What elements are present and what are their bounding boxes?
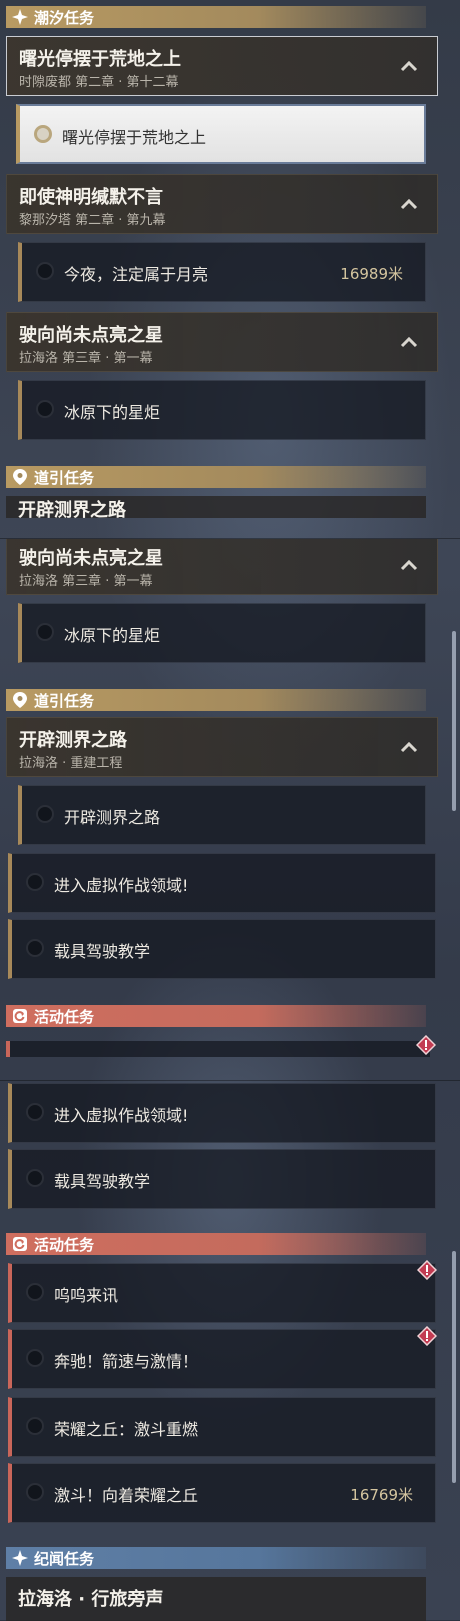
task-distance: 16989米 — [340, 265, 403, 283]
section-title: 道引任务 — [34, 468, 95, 487]
chevron-up-icon[interactable] — [399, 738, 419, 758]
tracked-radio-icon — [34, 125, 52, 143]
task-label: 开辟测界之路 — [64, 808, 161, 827]
chapter-title: 拉海洛 · 行旅旁声 — [18, 1589, 164, 1610]
sparkle-icon — [12, 9, 28, 25]
task-item-g2[interactable]: 进入虚拟作战领域! — [8, 1083, 436, 1143]
section-title: 潮汐任务 — [34, 8, 95, 27]
task-item-g3[interactable]: 载具驾驶教学 — [8, 919, 436, 979]
chapter-card-c1[interactable]: 曙光停摆于荒地之上 时隙废都 第二章 · 第十二幕 — [6, 36, 438, 96]
task-label: 曙光停摆于荒地之上 — [62, 128, 207, 147]
location-pin-icon — [12, 692, 28, 708]
task-label: 呜呜来讯 — [54, 1286, 119, 1305]
quest-list-view-3: 进入虚拟作战领域! 载具驾驶教学 活动任务 呜呜来讯 奔驰！箭速与激情！ 荣耀之… — [0, 1080, 460, 1621]
task-label: 载具驾驶教学 — [54, 942, 151, 961]
task-item-t3[interactable]: 冰原下的星炬 — [18, 380, 426, 440]
chevron-up-icon[interactable] — [399, 333, 419, 353]
chapter-title: 即使神明缄默不言 — [19, 187, 163, 208]
task-label: 奔驰！箭速与激情！ — [54, 1352, 199, 1371]
chapter-subtitle: 黎那汐塔 第二章 · 第九幕 — [19, 213, 166, 228]
task-item-t1[interactable]: 曙光停摆于荒地之上 — [16, 104, 426, 164]
task-label: 冰原下的星炬 — [64, 626, 161, 645]
refresh-icon — [12, 1236, 28, 1252]
section-title: 道引任务 — [34, 691, 95, 710]
radio-icon — [26, 1349, 44, 1367]
section-title: 活动任务 — [34, 1007, 95, 1026]
task-label: 载具驾驶教学 — [54, 1172, 151, 1191]
section-title: 活动任务 — [34, 1235, 95, 1254]
chapter-card-g1-partial[interactable]: 开辟测界之路 — [6, 496, 426, 518]
task-item-e3[interactable]: 荣耀之丘：激斗重燃 — [8, 1397, 436, 1457]
chapter-card-g1[interactable]: 开辟测界之路 拉海洛 · 重建工程 — [6, 717, 438, 777]
chapter-card-r1-partial[interactable]: 拉海洛 · 行旅旁声 — [6, 1577, 426, 1621]
scrollbar[interactable] — [452, 1251, 456, 1483]
radio-icon — [26, 873, 44, 891]
section-header-guide: 道引任务 — [6, 466, 426, 488]
chevron-up-icon[interactable] — [399, 57, 419, 77]
chapter-title: 开辟测界之路 — [19, 730, 127, 751]
radio-icon — [26, 939, 44, 957]
task-label: 荣耀之丘：激斗重燃 — [54, 1420, 199, 1439]
task-item-t3[interactable]: 冰原下的星炬 — [18, 603, 426, 663]
task-item-e4[interactable]: 激斗！向着荣耀之丘 16769米 — [8, 1463, 436, 1523]
chapter-title: 开辟测界之路 — [18, 500, 126, 518]
chapter-subtitle: 拉海洛 · 重建工程 — [19, 756, 123, 771]
radio-icon — [26, 1417, 44, 1435]
section-header-tide: 潮汐任务 — [6, 6, 426, 28]
task-item-e2[interactable]: 奔驰！箭速与激情！ — [8, 1326, 437, 1389]
task-distance: 16769米 — [350, 1486, 413, 1504]
chapter-subtitle: 时隙废都 第二章 · 第十二幕 — [19, 75, 179, 90]
radio-icon — [36, 805, 54, 823]
section-header-event: 活动任务 — [6, 1005, 426, 1027]
alert-diamond-icon — [417, 1326, 437, 1346]
radio-icon — [26, 1169, 44, 1187]
radio-icon — [26, 1283, 44, 1301]
location-pin-icon — [12, 469, 28, 485]
section-header-guide: 道引任务 — [6, 689, 426, 711]
task-label: 今夜，注定属于月亮 — [64, 265, 209, 284]
chapter-subtitle: 拉海洛 第三章 · 第一幕 — [19, 351, 153, 366]
sparkle-icon — [12, 1550, 28, 1566]
radio-icon — [36, 400, 54, 418]
chevron-up-icon[interactable] — [399, 195, 419, 215]
section-header-event: 活动任务 — [6, 1233, 426, 1255]
task-item-g2[interactable]: 进入虚拟作战领域! — [8, 853, 436, 913]
task-item-g3[interactable]: 载具驾驶教学 — [8, 1149, 436, 1209]
alert-diamond-icon — [417, 1260, 437, 1280]
chapter-title: 驶向尚未点亮之星 — [19, 325, 163, 346]
quest-list-view-2: 驶向尚未点亮之星 拉海洛 第三章 · 第一幕 冰原下的星炬 道引任务 开辟测界之… — [0, 538, 460, 1081]
task-label: 进入虚拟作战领域! — [54, 1106, 189, 1125]
quest-list-view-1: 潮汐任务 曙光停摆于荒地之上 时隙废都 第二章 · 第十二幕 曙光停摆于荒地之上… — [0, 0, 460, 538]
chapter-subtitle: 拉海洛 第三章 · 第一幕 — [19, 574, 153, 589]
chapter-card-c3[interactable]: 驶向尚未点亮之星 拉海洛 第三章 · 第一幕 — [6, 539, 438, 595]
chevron-up-icon[interactable] — [399, 556, 419, 576]
alert-diamond-icon — [416, 1035, 436, 1055]
task-label: 进入虚拟作战领域! — [54, 876, 189, 895]
task-label: 冰原下的星炬 — [64, 403, 161, 422]
chapter-card-c3[interactable]: 驶向尚未点亮之星 拉海洛 第三章 · 第一幕 — [6, 312, 438, 372]
section-title: 纪闻任务 — [34, 1549, 95, 1568]
task-item-e1[interactable]: 呜呜来讯 — [8, 1260, 437, 1323]
task-label: 激斗！向着荣耀之丘 — [54, 1486, 199, 1505]
task-item-g1[interactable]: 开辟测界之路 — [18, 785, 426, 845]
chapter-title: 驶向尚未点亮之星 — [19, 548, 163, 569]
radio-icon — [26, 1103, 44, 1121]
task-item-e1-partial[interactable] — [6, 1041, 430, 1057]
chapter-card-c2[interactable]: 即使神明缄默不言 黎那汐塔 第二章 · 第九幕 — [6, 174, 438, 234]
radio-icon — [36, 262, 54, 280]
radio-icon — [36, 623, 54, 641]
chapter-title: 曙光停摆于荒地之上 — [19, 49, 181, 70]
task-item-t2[interactable]: 今夜，注定属于月亮 16989米 — [18, 242, 426, 302]
radio-icon — [26, 1483, 44, 1501]
refresh-icon — [12, 1008, 28, 1024]
scrollbar[interactable] — [452, 631, 456, 811]
section-header-chronicle: 纪闻任务 — [6, 1547, 426, 1569]
